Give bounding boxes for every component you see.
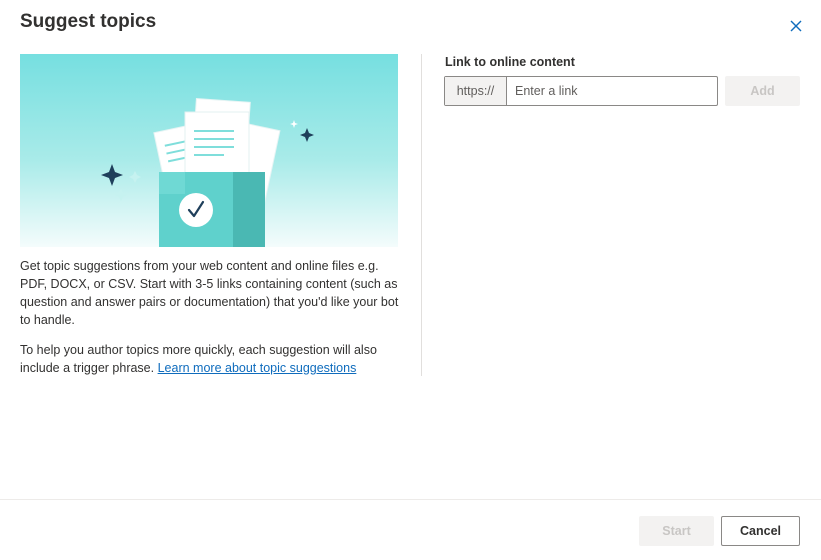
vertical-divider bbox=[421, 54, 422, 376]
illustration-panel bbox=[20, 54, 398, 247]
cancel-button[interactable]: Cancel bbox=[721, 516, 800, 546]
help-text: To help you author topics more quickly, … bbox=[20, 341, 404, 377]
add-button[interactable]: Add bbox=[725, 76, 800, 106]
close-button[interactable] bbox=[786, 16, 806, 36]
link-field-label: Link to online content bbox=[445, 55, 575, 69]
close-icon bbox=[790, 20, 802, 32]
dialog-title: Suggest topics bbox=[20, 11, 157, 32]
learn-more-link[interactable]: Learn more about topic suggestions bbox=[158, 361, 357, 375]
url-prefix: https:// bbox=[445, 77, 507, 105]
link-input[interactable] bbox=[507, 77, 717, 105]
footer-divider bbox=[0, 499, 821, 500]
documents-box-checkmark-illustration bbox=[101, 98, 314, 247]
link-input-group: https:// bbox=[444, 76, 718, 106]
start-button[interactable]: Start bbox=[639, 516, 714, 546]
description-text: Get topic suggestions from your web cont… bbox=[20, 259, 399, 327]
